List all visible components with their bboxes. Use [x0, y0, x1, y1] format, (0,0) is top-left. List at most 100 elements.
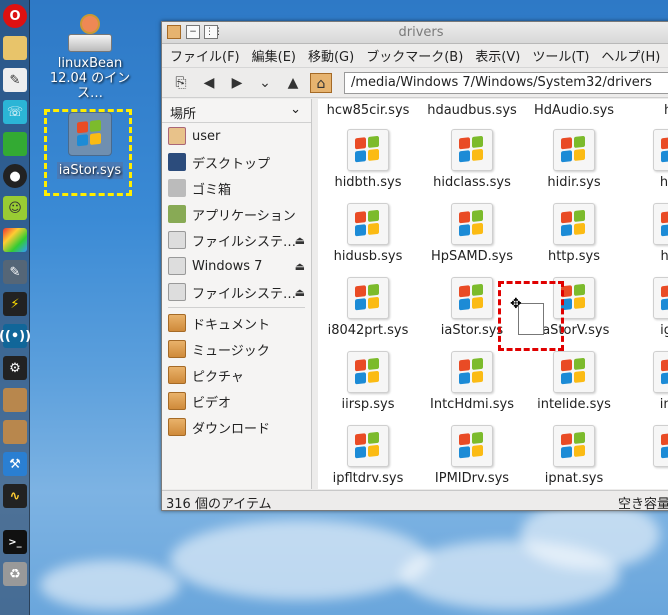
menu-view[interactable]: 表示(V)	[475, 46, 520, 65]
menu-bookmarks[interactable]: ブックマーク(B)	[366, 46, 463, 65]
toolbar: ⎘ ◀ ▶ ⌄ ▲ ⌂ /media/Windows 7/Windows/Sys…	[162, 68, 668, 98]
sidebar-header[interactable]: 場所 ⌄	[162, 99, 311, 123]
eject-icon[interactable]: ⏏	[295, 260, 305, 273]
camera-icon[interactable]: ●	[3, 164, 27, 188]
package-icon[interactable]	[3, 388, 27, 412]
status-bar: 316 個のアイテム 空き容量	[162, 490, 668, 512]
location-bar[interactable]: /media/Windows 7/Windows/System32/driver…	[344, 71, 668, 94]
file-label: iirsp.sys	[341, 397, 395, 412]
opera-icon[interactable]: O	[3, 4, 27, 28]
bookmark-downloads[interactable]: ダウンロード	[162, 414, 311, 440]
file-label: IPMIDrv.sys	[434, 471, 510, 486]
tools-icon[interactable]: ⚒	[3, 452, 27, 476]
file-item[interactable]: ipfltdrv.sys	[318, 425, 418, 486]
sidebar-item-filesystem-2[interactable]: ファイルシステ… ⏏	[162, 279, 311, 305]
linuxbean-label: linuxBean 12.04 のインス…	[49, 56, 131, 101]
file-item[interactable]: HdAudio.sys	[524, 99, 624, 118]
windows-file-icon	[347, 129, 389, 171]
sidebar-item-windows7[interactable]: Windows 7 ⏏	[162, 253, 311, 279]
trash-icon	[168, 179, 186, 197]
sidebar-item-label: user	[192, 128, 221, 144]
file-item[interactable]: HpSAMD.sys	[422, 203, 522, 264]
robot-icon[interactable]: ☺	[3, 196, 27, 220]
file-item[interactable]: iirsp.sys	[318, 351, 418, 412]
package-down-icon[interactable]	[3, 420, 27, 444]
file-label: ipnat.sys	[544, 471, 604, 486]
file-item[interactable]: hwp	[624, 203, 668, 264]
file-item[interactable]: hidp	[624, 129, 668, 190]
linuxbean-installer-icon[interactable]: linuxBean 12.04 のインス…	[38, 12, 142, 101]
bookmark-documents[interactable]: ドキュメント	[162, 310, 311, 336]
text-editor-icon[interactable]: ✎	[3, 68, 27, 92]
file-item[interactable]: intel	[624, 351, 668, 412]
sidebar-item-applications[interactable]: アプリケーション	[162, 201, 311, 227]
titlebar: − ⋮⋮ drivers	[162, 22, 668, 44]
file-item[interactable]: ir	[624, 425, 668, 486]
drag-cursor-icon: ✥	[510, 296, 522, 312]
menu-file[interactable]: ファイル(F)	[170, 46, 240, 65]
up-arrow-icon[interactable]: ▲	[282, 73, 304, 93]
menu-edit[interactable]: 編集(E)	[252, 46, 296, 65]
windows-file-icon	[451, 351, 493, 393]
chat-icon[interactable]: ☏	[3, 100, 27, 124]
file-item[interactable]: igdk	[624, 277, 668, 338]
file-item[interactable]: ipnat.sys	[524, 425, 624, 486]
terminal-icon[interactable]: >_	[3, 530, 27, 554]
windows-file-icon	[553, 351, 595, 393]
sidebar-item-label: デスクトップ	[192, 156, 271, 172]
graphics-icon[interactable]: ✎	[3, 260, 27, 284]
eject-icon[interactable]: ⏏	[295, 286, 305, 299]
notes-icon[interactable]	[3, 36, 27, 60]
folder-icon	[168, 392, 186, 410]
file-label: hidusb.sys	[333, 249, 403, 264]
file-item[interactable]: hidusb.sys	[318, 203, 418, 264]
desktop-icon	[168, 153, 186, 171]
sidebar-separator	[168, 307, 305, 308]
forward-arrow-icon[interactable]: ▶	[226, 73, 248, 93]
file-item[interactable]: i8042prt.sys	[318, 277, 418, 338]
file-item[interactable]: http.sys	[524, 203, 624, 264]
home-folder-icon	[168, 127, 186, 145]
sidebar-item-label: ピクチャ	[192, 369, 244, 385]
file-item[interactable]: hid	[624, 99, 668, 118]
file-label: hidir.sys	[547, 175, 601, 190]
file-item[interactable]: IntcHdmi.sys	[422, 351, 522, 412]
sidebar-item-desktop[interactable]: デスクトップ	[162, 149, 311, 175]
menu-help[interactable]: ヘルプ(H)	[601, 46, 660, 65]
windows-file-icon	[347, 277, 389, 319]
green-app-icon[interactable]	[3, 132, 27, 156]
menu-go[interactable]: 移動(G)	[308, 46, 354, 65]
bookmark-music[interactable]: ミュージック	[162, 336, 311, 362]
file-item[interactable]: IPMIDrv.sys	[422, 425, 522, 486]
file-label: i8042prt.sys	[327, 323, 409, 338]
applications-icon	[168, 205, 186, 223]
file-item[interactable]: intelide.sys	[524, 351, 624, 412]
windows-file-icon	[451, 203, 493, 245]
file-item[interactable]: hidir.sys	[524, 129, 624, 190]
home-icon[interactable]: ⌂	[310, 72, 332, 93]
menu-tools[interactable]: ツール(T)	[532, 46, 589, 65]
trash-icon[interactable]: ♻	[3, 562, 27, 586]
drive-icon	[68, 12, 112, 56]
bookmark-videos[interactable]: ビデオ	[162, 388, 311, 414]
file-item[interactable]: hidbth.sys	[318, 129, 418, 190]
monitor-icon[interactable]: ∿	[3, 484, 27, 508]
file-label: hidclass.sys	[433, 175, 511, 190]
file-item[interactable]: hdaudbus.sys	[422, 99, 522, 118]
sidebar-item-user[interactable]: user	[162, 123, 311, 149]
file-item[interactable]: hcw85cir.sys	[318, 99, 418, 118]
bolt-icon[interactable]: ⚡	[3, 292, 27, 316]
back-arrow-icon[interactable]: ◀	[198, 73, 220, 93]
file-item[interactable]: hidclass.sys	[422, 129, 522, 190]
network-icon[interactable]: ((•))	[0, 324, 31, 348]
usb-drive-icon	[168, 231, 186, 249]
new-tab-icon[interactable]: ⎘	[170, 73, 192, 93]
sidebar-item-trash[interactable]: ゴミ箱	[162, 175, 311, 201]
windows-file-icon	[347, 351, 389, 393]
settings-icon[interactable]: ⚙	[3, 356, 27, 380]
paint-icon[interactable]	[3, 228, 27, 252]
bookmark-pictures[interactable]: ピクチャ	[162, 362, 311, 388]
sidebar-item-filesystem-1[interactable]: ファイルシステ… ⏏	[162, 227, 311, 253]
history-dropdown-icon[interactable]: ⌄	[254, 73, 276, 93]
eject-icon[interactable]: ⏏	[295, 234, 305, 247]
